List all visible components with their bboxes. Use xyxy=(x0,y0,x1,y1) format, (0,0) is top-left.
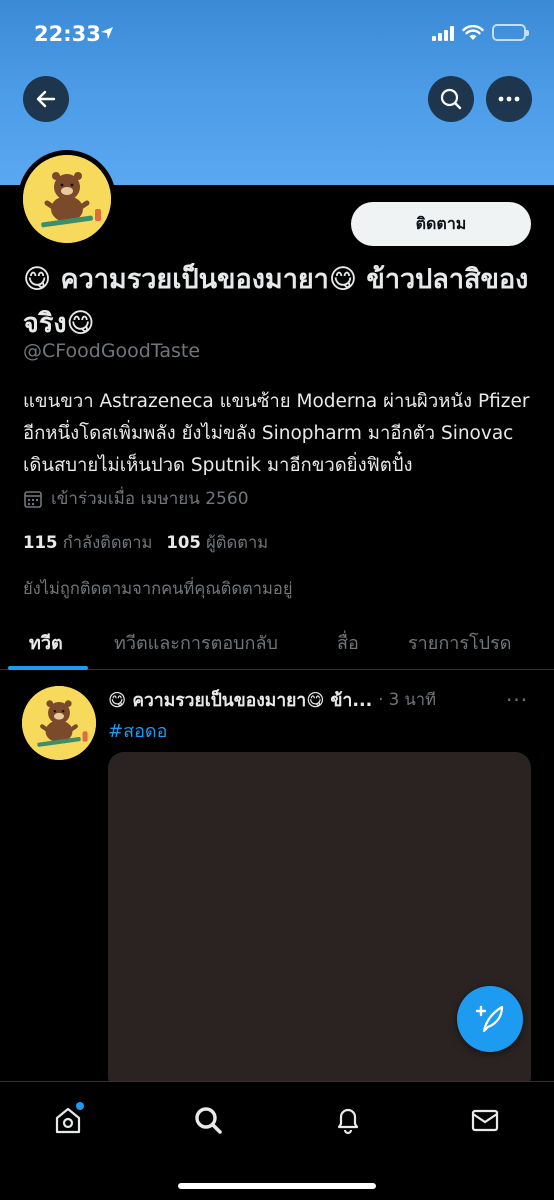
compose-tweet-button[interactable] xyxy=(457,986,523,1052)
tweet-header: 😋 ความรวยเป็นของมายา😋 ข้า... · 3 นาที xyxy=(108,686,528,714)
profile-avatar[interactable] xyxy=(18,150,116,248)
tweet-hashtag-link[interactable]: #สอดอ xyxy=(108,716,167,745)
tab-tweets[interactable]: ทวีต xyxy=(29,628,63,657)
profile-bio: แขนขวา Astrazeneca แขนซ้าย Moderna ผ่านผ… xyxy=(23,391,530,476)
profile-handle: @CFoodGoodTaste xyxy=(23,340,201,362)
tweet-author-avatar[interactable] xyxy=(22,686,96,760)
tab-likes[interactable]: รายการโปรด xyxy=(408,628,511,657)
battery-icon xyxy=(492,24,529,41)
following-count: 115 xyxy=(23,533,58,552)
compose-tweet-icon xyxy=(475,1005,504,1033)
not-followed-note: ยังไม่ถูกติดตามจากคนที่คุณติดตามอยู่ xyxy=(23,579,293,598)
nav-search[interactable] xyxy=(190,1102,226,1138)
nav-messages[interactable] xyxy=(467,1102,503,1138)
tab-media[interactable]: สื่อ xyxy=(337,628,359,657)
bell-icon xyxy=(337,1108,359,1135)
arrow-left-icon xyxy=(36,90,56,108)
nav-home[interactable] xyxy=(50,1102,86,1138)
follow-counts: 115 กำลังติดตาม 105 ผู้ติดตาม xyxy=(23,530,268,556)
more-horizontal-icon xyxy=(498,96,520,102)
joined-date: เข้าร่วมเมื่อ เมษายน 2560 xyxy=(23,485,249,512)
active-tab-indicator xyxy=(8,666,88,670)
joined-text: เข้าร่วมเมื่อ เมษายน 2560 xyxy=(51,489,249,509)
bear-yoga-avatar-icon xyxy=(22,686,96,760)
profile-tabs: ทวีต ทวีตและการตอบกลับ สื่อ รายการโปรด xyxy=(0,612,554,670)
wifi-icon xyxy=(462,24,484,40)
profile-display-name: 😋 ความรวยเป็นของมายา😋 ข้าวปลาสิของจริง😋 xyxy=(23,264,529,339)
followers-count: 105 xyxy=(166,533,201,552)
search-button[interactable] xyxy=(428,76,474,122)
back-button[interactable] xyxy=(23,76,69,122)
followers-label: ผู้ติดตาม xyxy=(206,533,269,552)
notification-dot xyxy=(76,1102,84,1110)
tweet-author-name[interactable]: 😋 ความรวยเป็นของมายา😋 ข้า... xyxy=(108,686,372,714)
cellular-signal-icon xyxy=(432,25,454,41)
location-arrow-icon xyxy=(101,27,113,39)
bear-yoga-avatar-icon xyxy=(23,155,111,243)
following-label: กำลังติดตาม xyxy=(62,533,153,552)
nav-notifications[interactable] xyxy=(330,1102,366,1138)
following-link[interactable]: 115 กำลังติดตาม xyxy=(23,530,152,556)
status-time: 22:33 xyxy=(34,22,101,46)
tweet-more-icon[interactable]: ··· xyxy=(506,688,528,712)
home-indicator xyxy=(178,1183,376,1189)
search-icon xyxy=(440,88,462,110)
search-icon xyxy=(195,1107,222,1134)
mail-icon xyxy=(471,1109,499,1132)
tab-tweets-replies[interactable]: ทวีตและการตอบกลับ xyxy=(114,628,278,657)
tweet-timestamp[interactable]: · 3 นาที xyxy=(378,687,436,713)
status-bar: 22:33 xyxy=(0,0,554,70)
calendar-icon xyxy=(24,490,42,508)
followers-link[interactable]: 105 ผู้ติดตาม xyxy=(166,530,268,556)
follow-button[interactable]: ติดตาม xyxy=(351,202,531,246)
more-button[interactable] xyxy=(486,76,532,122)
status-indicators xyxy=(432,24,529,41)
